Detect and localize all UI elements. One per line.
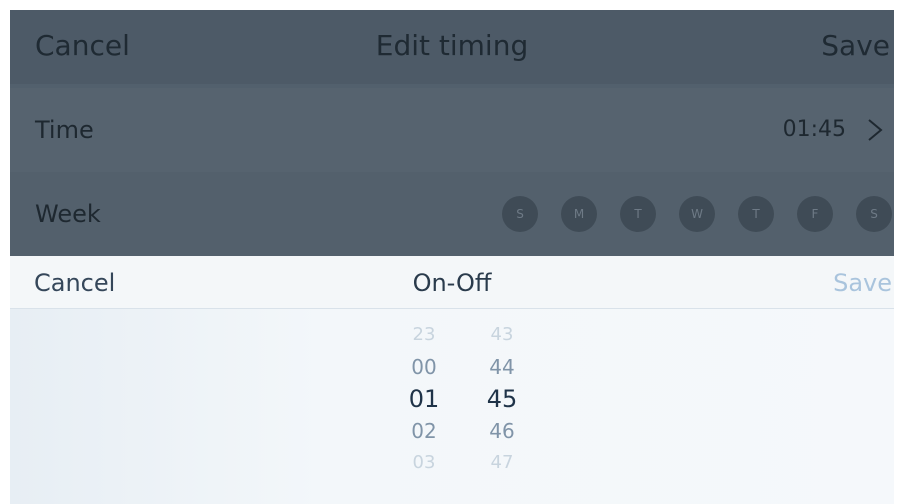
hour-option[interactable]: 23	[394, 319, 454, 351]
time-picker: 23 00 01 02 03 43 44 45 46 47	[10, 309, 894, 504]
minute-option[interactable]: 44	[472, 351, 532, 383]
time-label: Time	[35, 116, 94, 144]
screen: Cancel Edit timing Save Time 01:45 Week …	[10, 10, 894, 504]
day-toggle-monday[interactable]: M	[561, 196, 597, 232]
hour-option[interactable]: 00	[394, 351, 454, 383]
sheet-title: On-Off	[412, 269, 492, 297]
minute-option[interactable]: 46	[472, 415, 532, 447]
week-row: Week S M T W T F S	[10, 172, 894, 256]
day-toggle-friday[interactable]: F	[797, 196, 833, 232]
hour-option-selected[interactable]: 01	[394, 383, 454, 415]
day-toggle-saturday[interactable]: S	[856, 196, 892, 232]
dimmed-background-page: Cancel Edit timing Save Time 01:45 Week …	[10, 10, 894, 256]
hour-option[interactable]: 02	[394, 415, 454, 447]
minute-option-selected[interactable]: 45	[472, 383, 532, 415]
day-toggle-sunday[interactable]: S	[502, 196, 538, 232]
background-header: Cancel Edit timing Save	[10, 10, 894, 84]
day-toggle-thursday[interactable]: T	[738, 196, 774, 232]
background-save-button[interactable]: Save	[821, 28, 890, 64]
sheet-header: Cancel On-Off Save	[10, 256, 894, 309]
minute-option[interactable]: 47	[472, 447, 532, 479]
day-toggle-tuesday[interactable]: T	[620, 196, 656, 232]
sheet-save-button[interactable]: Save	[833, 267, 892, 299]
day-toggle-wednesday[interactable]: W	[679, 196, 715, 232]
time-picker-sheet: Cancel On-Off Save 23 00 01 02 03 43 44 …	[10, 256, 894, 504]
minute-wheel[interactable]: 43 44 45 46 47	[472, 319, 532, 479]
hour-option[interactable]: 03	[394, 447, 454, 479]
time-value: 01:45	[782, 117, 846, 142]
minute-option[interactable]: 43	[472, 319, 532, 351]
background-page-title: Edit timing	[375, 29, 529, 62]
time-row[interactable]: Time 01:45	[10, 88, 894, 174]
chevron-right-icon	[868, 119, 883, 141]
hour-wheel[interactable]: 23 00 01 02 03	[394, 319, 454, 479]
week-label: Week	[35, 200, 101, 228]
weekday-selector: S M T W T F S	[502, 196, 892, 232]
